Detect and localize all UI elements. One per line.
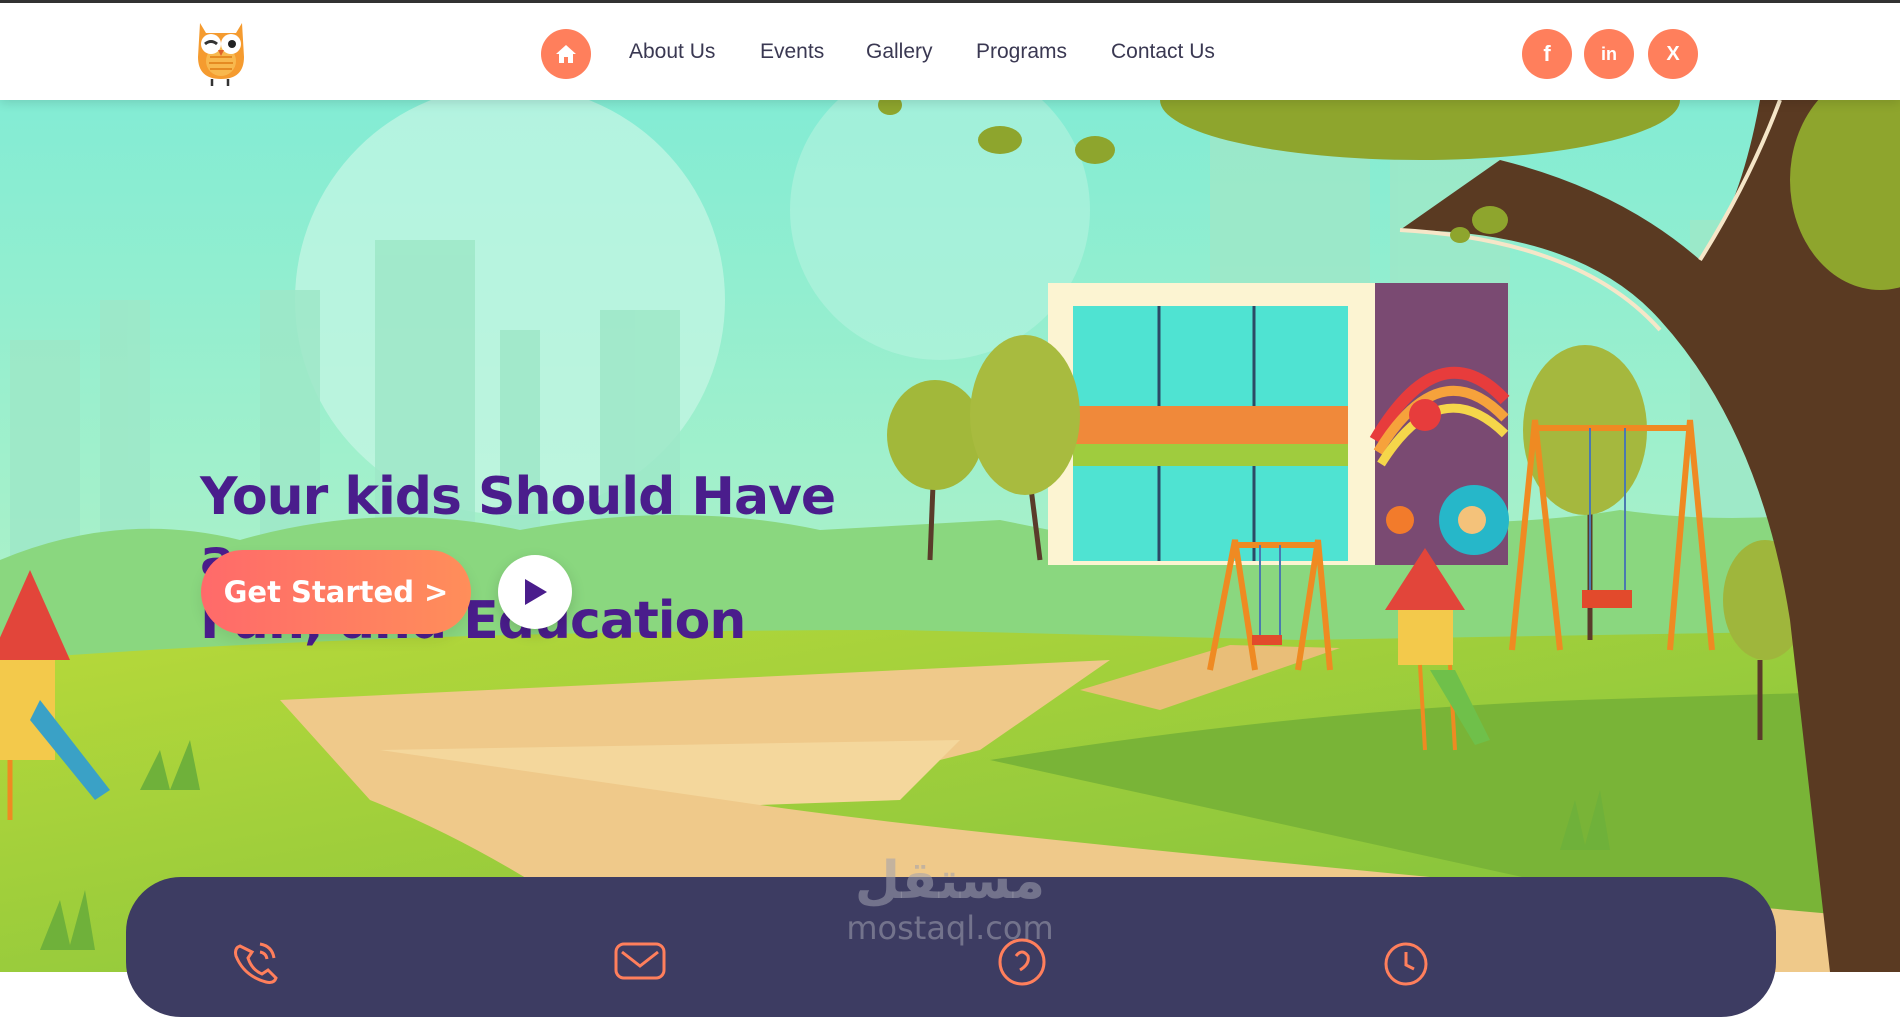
- get-started-button[interactable]: Get Started >: [201, 550, 471, 634]
- x-button[interactable]: X: [1648, 29, 1698, 79]
- phone-icon: [234, 942, 278, 984]
- home-icon: [556, 45, 576, 63]
- location-icon: [998, 938, 1046, 986]
- nav-programs[interactable]: Programs: [976, 40, 1067, 64]
- linkedin-icon: in: [1601, 43, 1617, 64]
- hero-section: Your kids Should Have a Fun, and Educati…: [0, 100, 1900, 972]
- owl-logo-icon[interactable]: [192, 17, 250, 89]
- play-icon: [525, 579, 547, 605]
- play-video-button[interactable]: [498, 555, 572, 629]
- home-button[interactable]: [541, 29, 591, 79]
- facebook-button[interactable]: f: [1522, 29, 1572, 79]
- clock-icon: [1384, 942, 1428, 986]
- site-header: About Us Events Gallery Programs Contact…: [0, 3, 1900, 100]
- nav-about-us[interactable]: About Us: [629, 40, 715, 64]
- x-icon: X: [1666, 42, 1680, 65]
- contact-info-bar: [126, 877, 1776, 1017]
- nav-gallery[interactable]: Gallery: [866, 40, 933, 64]
- nav-events[interactable]: Events: [760, 40, 824, 64]
- nav-contact-us[interactable]: Contact Us: [1111, 40, 1215, 64]
- linkedin-button[interactable]: in: [1584, 29, 1634, 79]
- facebook-icon: f: [1543, 41, 1551, 66]
- mail-icon: [614, 942, 666, 980]
